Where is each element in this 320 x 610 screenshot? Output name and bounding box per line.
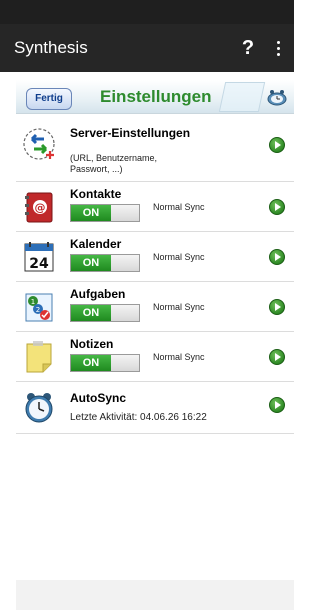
go-arrow-icon[interactable] [269,137,285,153]
tasks-toggle[interactable]: ON [70,304,140,322]
done-button[interactable]: Fertig [26,88,72,110]
tasks-icon: 1 2 [25,293,53,322]
go-arrow-icon[interactable] [269,299,285,315]
autosync-last-activity: Letzte Aktivität: 04.06.26 16:22 [70,412,207,423]
contacts-toggle[interactable]: ON [70,204,140,222]
list-item-contacts[interactable]: @ Kontakte ON Normal Sync [16,182,294,232]
address-book-icon: @ [25,192,53,223]
server-settings-description: (URL, Benutzername, Passwort, ...) [70,153,158,174]
svg-text:@: @ [35,201,46,214]
overflow-menu-icon[interactable] [268,33,288,63]
calendar-toggle[interactable]: ON [70,254,140,272]
calendar-sync-mode: Normal Sync [153,252,205,262]
toggle-on-label: ON [71,305,111,321]
calendar-label: Kalender [70,237,122,251]
contacts-label: Kontakte [70,187,122,201]
go-arrow-icon[interactable] [269,397,285,413]
sticky-note-icon [26,341,52,373]
list-item-autosync[interactable]: AutoSync Letzte Aktivität: 04.06.26 16:2… [16,382,294,434]
toggle-on-label: ON [71,355,111,371]
list-item-server-settings[interactable]: Server-Einstellungen (URL, Benutzername,… [16,115,294,182]
svg-text:2: 2 [36,306,40,314]
contacts-sync-mode: Normal Sync [153,202,205,212]
bottom-area [16,580,294,610]
settings-list: Server-Einstellungen (URL, Benutzername,… [16,115,294,434]
toggle-on-label: ON [71,255,111,271]
status-bar [0,0,294,24]
notes-sync-mode: Normal Sync [153,352,205,362]
tasks-sync-mode: Normal Sync [153,302,205,312]
svg-text:1: 1 [31,298,35,306]
calendar-icon: 24 [24,242,54,272]
autosync-label: AutoSync [70,391,127,405]
settings-header: Fertig Einstellungen [16,80,294,114]
go-arrow-icon[interactable] [269,349,285,365]
list-item-calendar[interactable]: 24 Kalender ON Normal Sync [16,232,294,282]
list-item-notes[interactable]: Notizen ON Normal Sync [16,332,294,382]
decorative-sheet [218,82,266,112]
alarm-clock-icon [25,393,53,423]
go-arrow-icon[interactable] [269,249,285,265]
server-settings-label: Server-Einstellungen [70,126,191,140]
settings-title: Einstellungen [100,87,212,106]
tasks-label: Aufgaben [70,287,126,301]
help-icon[interactable]: ? [236,33,260,63]
list-item-tasks[interactable]: 1 2 Aufgaben ON Normal Sync [16,282,294,332]
svg-text:24: 24 [29,256,49,272]
app-bar: Synthesis ? [0,24,294,72]
notes-label: Notizen [70,337,114,351]
go-arrow-icon[interactable] [269,199,285,215]
toggle-on-label: ON [71,205,111,221]
alarm-clock-icon [267,90,287,106]
notes-toggle[interactable]: ON [70,354,140,372]
server-sync-icon [23,128,55,160]
app-title: Synthesis [14,38,88,57]
